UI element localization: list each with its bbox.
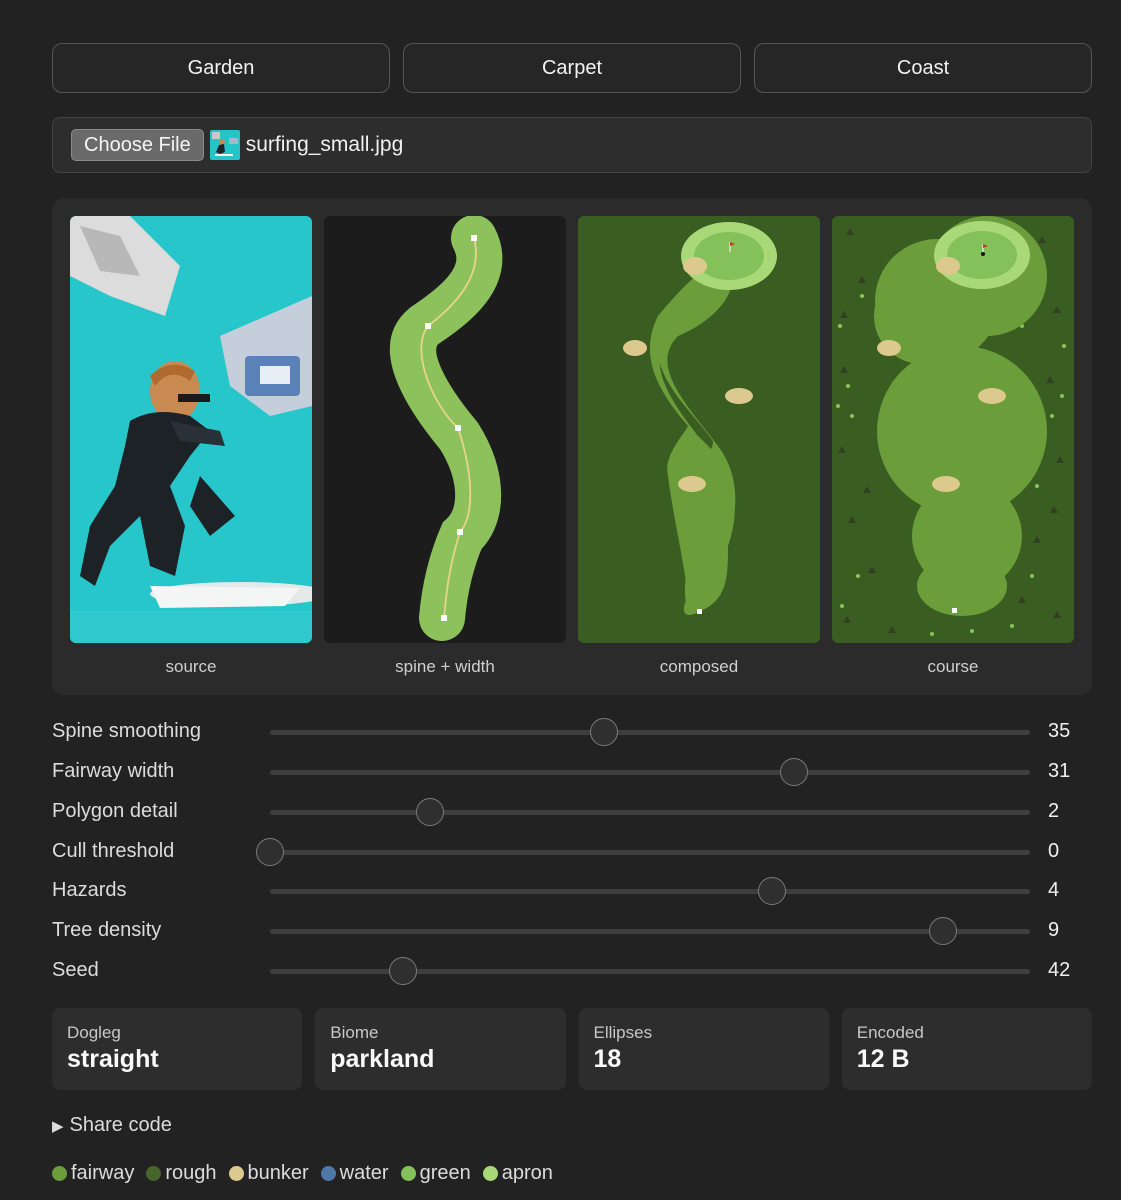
stat-encoded: Encoded 12 B (841, 1008, 1092, 1090)
share-code-toggle[interactable]: ▶ Share code (52, 1114, 172, 1137)
stat-value: straight (67, 1045, 159, 1073)
preview-panel: source spine + width composed course (52, 198, 1092, 695)
choose-file-button[interactable]: Choose File (71, 129, 204, 161)
file-thumbnail (209, 130, 240, 160)
slider-thumb[interactable] (415, 798, 444, 826)
stat-label: Biome (330, 1023, 379, 1042)
slider-label: Hazards (52, 879, 127, 901)
slider-track[interactable] (270, 957, 1030, 985)
slider-track[interactable] (270, 877, 1030, 905)
preset-coast-button[interactable]: Coast (754, 43, 1092, 93)
slider-label: Tree density (52, 919, 162, 941)
share-code-label: Share code (69, 1114, 172, 1136)
preset-carpet-button[interactable]: Carpet (403, 43, 741, 93)
legend-item-bunker: bunker (228, 1162, 309, 1185)
stat-label: Ellipses (593, 1023, 653, 1042)
stat-biome: Biome parkland (315, 1008, 566, 1090)
slider-fairway-width: Fairway width 31 (52, 757, 1092, 787)
slider-label: Fairway width (52, 760, 175, 782)
course-caption: course (927, 657, 979, 676)
slider-track[interactable] (270, 758, 1030, 786)
stat-ellipses: Ellipses 18 (578, 1008, 829, 1090)
legend-swatch (320, 1166, 336, 1181)
legend-item-rough: rough (146, 1162, 217, 1185)
stat-value: 12 B (856, 1045, 910, 1073)
spine-width-caption: spine + width (395, 657, 495, 676)
slider-label: Seed (52, 959, 99, 981)
slider-value: 42 (1048, 959, 1071, 981)
preset-garden-button[interactable]: Garden (52, 43, 390, 93)
stat-dogleg: Dogleg straight (52, 1008, 303, 1090)
legend-swatch (52, 1166, 67, 1181)
slider-thumb[interactable] (928, 917, 957, 945)
slider-label: Cull threshold (52, 840, 175, 862)
triangle-right-icon: ▶ (52, 1117, 64, 1135)
legend-label: green (419, 1162, 471, 1184)
slider-polygon-detail: Polygon detail 2 (52, 797, 1092, 827)
slider-value: 35 (1048, 720, 1071, 742)
stat-label: Encoded (856, 1023, 924, 1042)
legend-swatch (482, 1166, 498, 1181)
slider-track[interactable] (256, 838, 1030, 866)
slider-cull-threshold: Cull threshold 0 (52, 837, 1092, 867)
course-image (832, 216, 1074, 643)
slider-thumb[interactable] (780, 758, 809, 786)
legend-swatch (228, 1166, 244, 1181)
slider-value: 4 (1048, 879, 1060, 901)
slider-label: Polygon detail (52, 800, 178, 822)
source-caption: source (165, 657, 217, 676)
legend-item-fairway: fairway (52, 1162, 134, 1185)
stats-bar: Dogleg straight Biome parkland Ellipses … (52, 1008, 1092, 1090)
slider-value: 9 (1048, 919, 1060, 941)
legend-item-apron: apron (482, 1162, 553, 1185)
preset-bar: Garden Carpet Coast (52, 43, 1092, 93)
legend-label: water (339, 1162, 389, 1184)
slider-label: Spine smoothing (52, 720, 201, 742)
slider-track[interactable] (270, 718, 1030, 746)
legend-label: fairway (71, 1162, 135, 1184)
slider-value: 0 (1048, 840, 1060, 862)
slider-spine-smoothing: Spine smoothing 35 (52, 717, 1092, 747)
stat-value: parkland (330, 1045, 435, 1073)
file-input[interactable]: Choose File surfing_small.jpg (52, 117, 1092, 173)
slider-thumb[interactable] (256, 838, 284, 866)
legend-swatch (400, 1166, 416, 1181)
legend-label: rough (165, 1162, 217, 1184)
composed-image (578, 216, 820, 643)
slider-tree-density: Tree density 9 (52, 916, 1092, 946)
file-name: surfing_small.jpg (245, 133, 404, 156)
legend-swatch (146, 1166, 162, 1181)
legend-label: bunker (247, 1162, 309, 1184)
slider-value: 31 (1048, 760, 1071, 782)
legend: fairway rough bunker water green apron (52, 1162, 553, 1185)
spine-width-image (324, 216, 566, 643)
stat-label: Dogleg (67, 1023, 121, 1042)
composed-caption: composed (659, 657, 739, 676)
slider-track[interactable] (270, 917, 1030, 945)
slider-thumb[interactable] (590, 718, 619, 746)
slider-seed: Seed 42 (52, 956, 1092, 986)
slider-hazards: Hazards 4 (52, 876, 1092, 906)
legend-item-green: green (400, 1162, 471, 1185)
legend-item-water: water (320, 1162, 389, 1185)
slider-thumb[interactable] (757, 877, 786, 905)
slider-track[interactable] (270, 798, 1030, 826)
source-image (70, 216, 312, 643)
stat-value: 18 (593, 1045, 622, 1073)
slider-value: 2 (1048, 800, 1060, 822)
legend-label: apron (501, 1162, 553, 1184)
slider-thumb[interactable] (389, 957, 417, 985)
